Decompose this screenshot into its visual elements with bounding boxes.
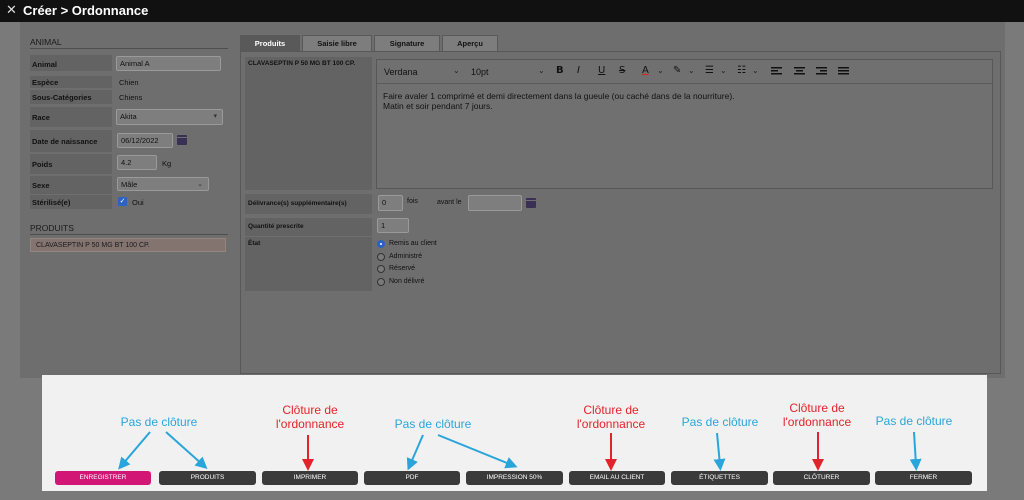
arrow-pdf	[406, 434, 424, 471]
arrow-etiquettes	[713, 432, 726, 471]
enregistrer-button[interactable]: ENREGISTRER	[55, 471, 151, 485]
arrow-impression	[437, 434, 518, 469]
arrow-produits	[165, 431, 208, 469]
arrow-enregistrer	[118, 431, 151, 470]
arrow-fermer	[909, 431, 922, 471]
produits-button[interactable]: PRODUITS	[159, 471, 256, 485]
annotation-arrows	[118, 431, 922, 471]
fermer-button[interactable]: FERMER	[875, 471, 972, 485]
cloturer-button[interactable]: CLÔTURER	[773, 471, 870, 485]
imprimer-button[interactable]: IMPRIMER	[262, 471, 358, 485]
etiquettes-button[interactable]: ÉTIQUETTES	[671, 471, 768, 485]
email-au-client-button[interactable]: EMAIL AU CLIENT	[569, 471, 665, 485]
pdf-button[interactable]: PDF	[364, 471, 460, 485]
impression-50-button[interactable]: IMPRESSION 50%	[466, 471, 563, 485]
